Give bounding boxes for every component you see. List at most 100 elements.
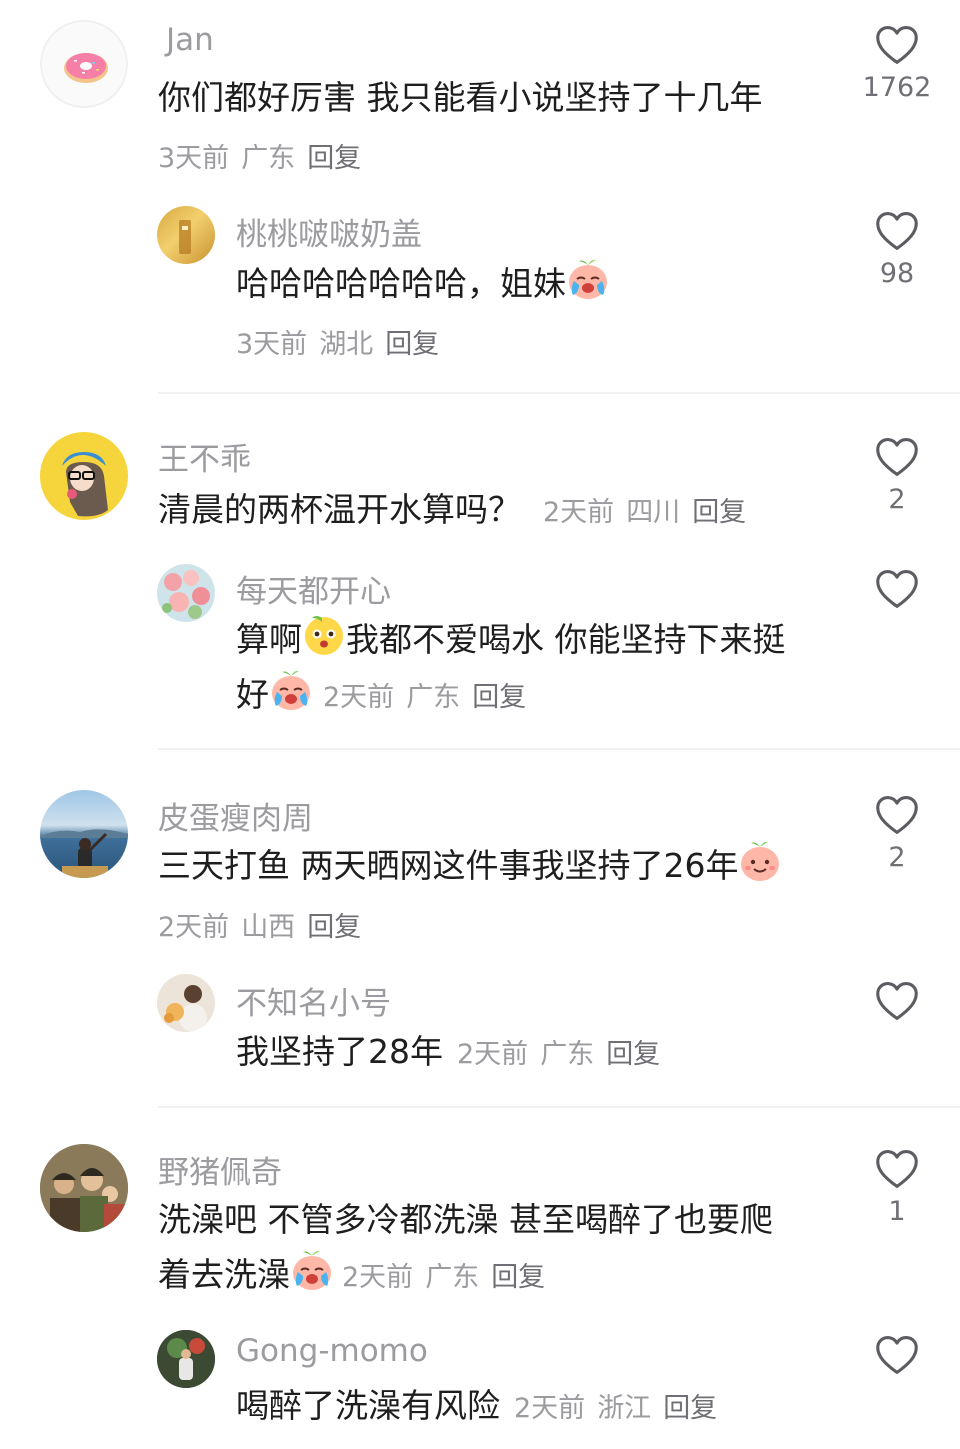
like-count: 98 [879, 258, 915, 289]
like-count: 2 [888, 484, 906, 515]
region: 山西 [241, 912, 296, 943]
like-button[interactable] [862, 980, 932, 1022]
avatar-image [40, 829, 128, 878]
reply-button[interactable]: 回复 [307, 143, 361, 174]
like-button[interactable]: 2 [862, 794, 932, 873]
reply-button[interactable]: 回复 [606, 1039, 660, 1070]
comment-meta: 3天前 广东 回复 [158, 136, 361, 175]
user-avatar[interactable] [157, 1330, 215, 1388]
comment-text: 你们都好厉害 我只能看小说坚持了十几年 [158, 78, 763, 117]
comment-text: 喝醉了洗澡有风险 2天前 浙江 回复 [236, 1378, 717, 1436]
avatar-image [157, 1330, 215, 1388]
username[interactable]: 王不乖 [158, 434, 251, 479]
like-count: 1762 [862, 72, 932, 103]
username[interactable]: Jan [166, 22, 214, 58]
heart-outline-icon [875, 794, 919, 836]
reply-button[interactable]: 回复 [472, 682, 526, 713]
region: 广东 [540, 1039, 595, 1070]
like-button[interactable]: 1 [862, 1148, 932, 1227]
divider [158, 1106, 960, 1108]
smiling-peach-emoji [738, 839, 782, 883]
comment-text: 三天打鱼 两天晒网这件事我坚持了26年 [158, 838, 782, 893]
heart-outline-icon [875, 568, 919, 610]
avatar-image [179, 220, 191, 254]
crying-peach-emoji [566, 257, 610, 301]
comment-text-content: 清晨的两杯温开水算吗？ [158, 490, 521, 529]
avatar-image [40, 1144, 128, 1232]
region: 浙江 [597, 1393, 652, 1424]
like-count: 2 [888, 842, 906, 873]
comment-text-content: 三天打鱼 两天晒网这件事我坚持了26年 [158, 846, 739, 885]
username[interactable]: 皮蛋瘦肉周 [158, 793, 313, 838]
timestamp: 2天前 [342, 1262, 414, 1293]
comment-meta: 2天前 浙江 回复 [514, 1393, 717, 1424]
username[interactable]: 桃桃啵啵奶盖 [236, 209, 422, 254]
username[interactable]: Gong-momo [236, 1333, 428, 1369]
reply-button[interactable]: 回复 [385, 329, 439, 360]
username[interactable]: 不知名小号 [236, 978, 391, 1023]
avatar-image [164, 985, 207, 1032]
comment-text: 清晨的两杯温开水算吗？ 2天前 四川 回复 [158, 482, 746, 540]
avatar-image [62, 452, 108, 517]
like-button[interactable]: 1762 [862, 24, 932, 103]
region: 湖北 [319, 329, 374, 360]
like-button[interactable]: 2 [862, 436, 932, 515]
region: 广东 [241, 143, 296, 174]
timestamp: 2天前 [158, 912, 230, 943]
heart-outline-icon [875, 1334, 919, 1376]
user-avatar[interactable] [157, 564, 215, 622]
comment-text-content: 好 [236, 675, 269, 714]
timestamp: 3天前 [236, 329, 308, 360]
user-avatar[interactable] [40, 432, 128, 520]
crying-peach-emoji [290, 1248, 334, 1292]
like-button[interactable]: 98 [862, 210, 932, 289]
crying-peach-emoji [269, 668, 313, 712]
heart-outline-icon [875, 210, 919, 252]
heart-outline-icon [875, 24, 919, 66]
timestamp: 2天前 [457, 1039, 529, 1070]
reply-button[interactable]: 回复 [491, 1262, 545, 1293]
timestamp: 2天前 [323, 682, 395, 713]
username[interactable]: 野猪佩奇 [158, 1147, 282, 1192]
timestamp: 2天前 [514, 1393, 586, 1424]
divider [158, 392, 960, 394]
comment-text-content: 喝醉了洗澡有风险 [236, 1386, 500, 1425]
like-button[interactable] [862, 568, 932, 610]
comment-text: 哈哈哈哈哈哈哈，姐妹 [236, 256, 610, 311]
comment-text-content: 哈哈哈哈哈哈哈，姐妹 [236, 264, 566, 303]
user-avatar[interactable] [157, 974, 215, 1032]
avatar-image [162, 570, 210, 619]
user-avatar[interactable] [40, 20, 128, 108]
reply-button[interactable]: 回复 [663, 1393, 717, 1424]
username[interactable]: 每天都开心 [236, 566, 391, 611]
heart-outline-icon [875, 436, 919, 478]
region: 四川 [626, 497, 681, 528]
surprised-face-emoji [302, 613, 346, 657]
comment-text: 好 2天前 广东 回复 [236, 667, 526, 725]
heart-outline-icon [875, 980, 919, 1022]
like-count: 1 [888, 1196, 906, 1227]
reply-button[interactable]: 回复 [307, 912, 361, 943]
region: 广东 [406, 682, 461, 713]
comment-text-content: 着去洗澡 [158, 1255, 290, 1294]
comment-meta: 3天前 湖北 回复 [236, 322, 439, 361]
comment-text-content: 我都不爱喝水 你能坚持下来挺 [346, 620, 786, 659]
comment-text-content: 我坚持了28年 [236, 1032, 443, 1071]
comment-meta: 2天前 山西 回复 [158, 905, 361, 944]
comment-meta: 2天前 广东 回复 [457, 1039, 660, 1070]
comment-text: 算啊 我都不爱喝水 你能坚持下来挺 [236, 612, 786, 667]
comment-text: 我坚持了28年 2天前 广东 回复 [236, 1024, 660, 1082]
user-avatar[interactable] [40, 790, 128, 878]
like-button[interactable] [862, 1334, 932, 1376]
divider [158, 748, 960, 750]
comment-meta: 2天前 广东 回复 [342, 1262, 545, 1293]
reply-button[interactable]: 回复 [692, 497, 746, 528]
user-avatar[interactable] [157, 206, 215, 264]
comment-meta: 2天前 四川 回复 [543, 497, 746, 528]
donut-avatar-icon [64, 53, 108, 83]
timestamp: 3天前 [158, 143, 230, 174]
user-avatar[interactable] [40, 1144, 128, 1232]
heart-outline-icon [875, 1148, 919, 1190]
comment-text-content: 算啊 [236, 620, 302, 659]
comment-meta: 2天前 广东 回复 [323, 682, 526, 713]
